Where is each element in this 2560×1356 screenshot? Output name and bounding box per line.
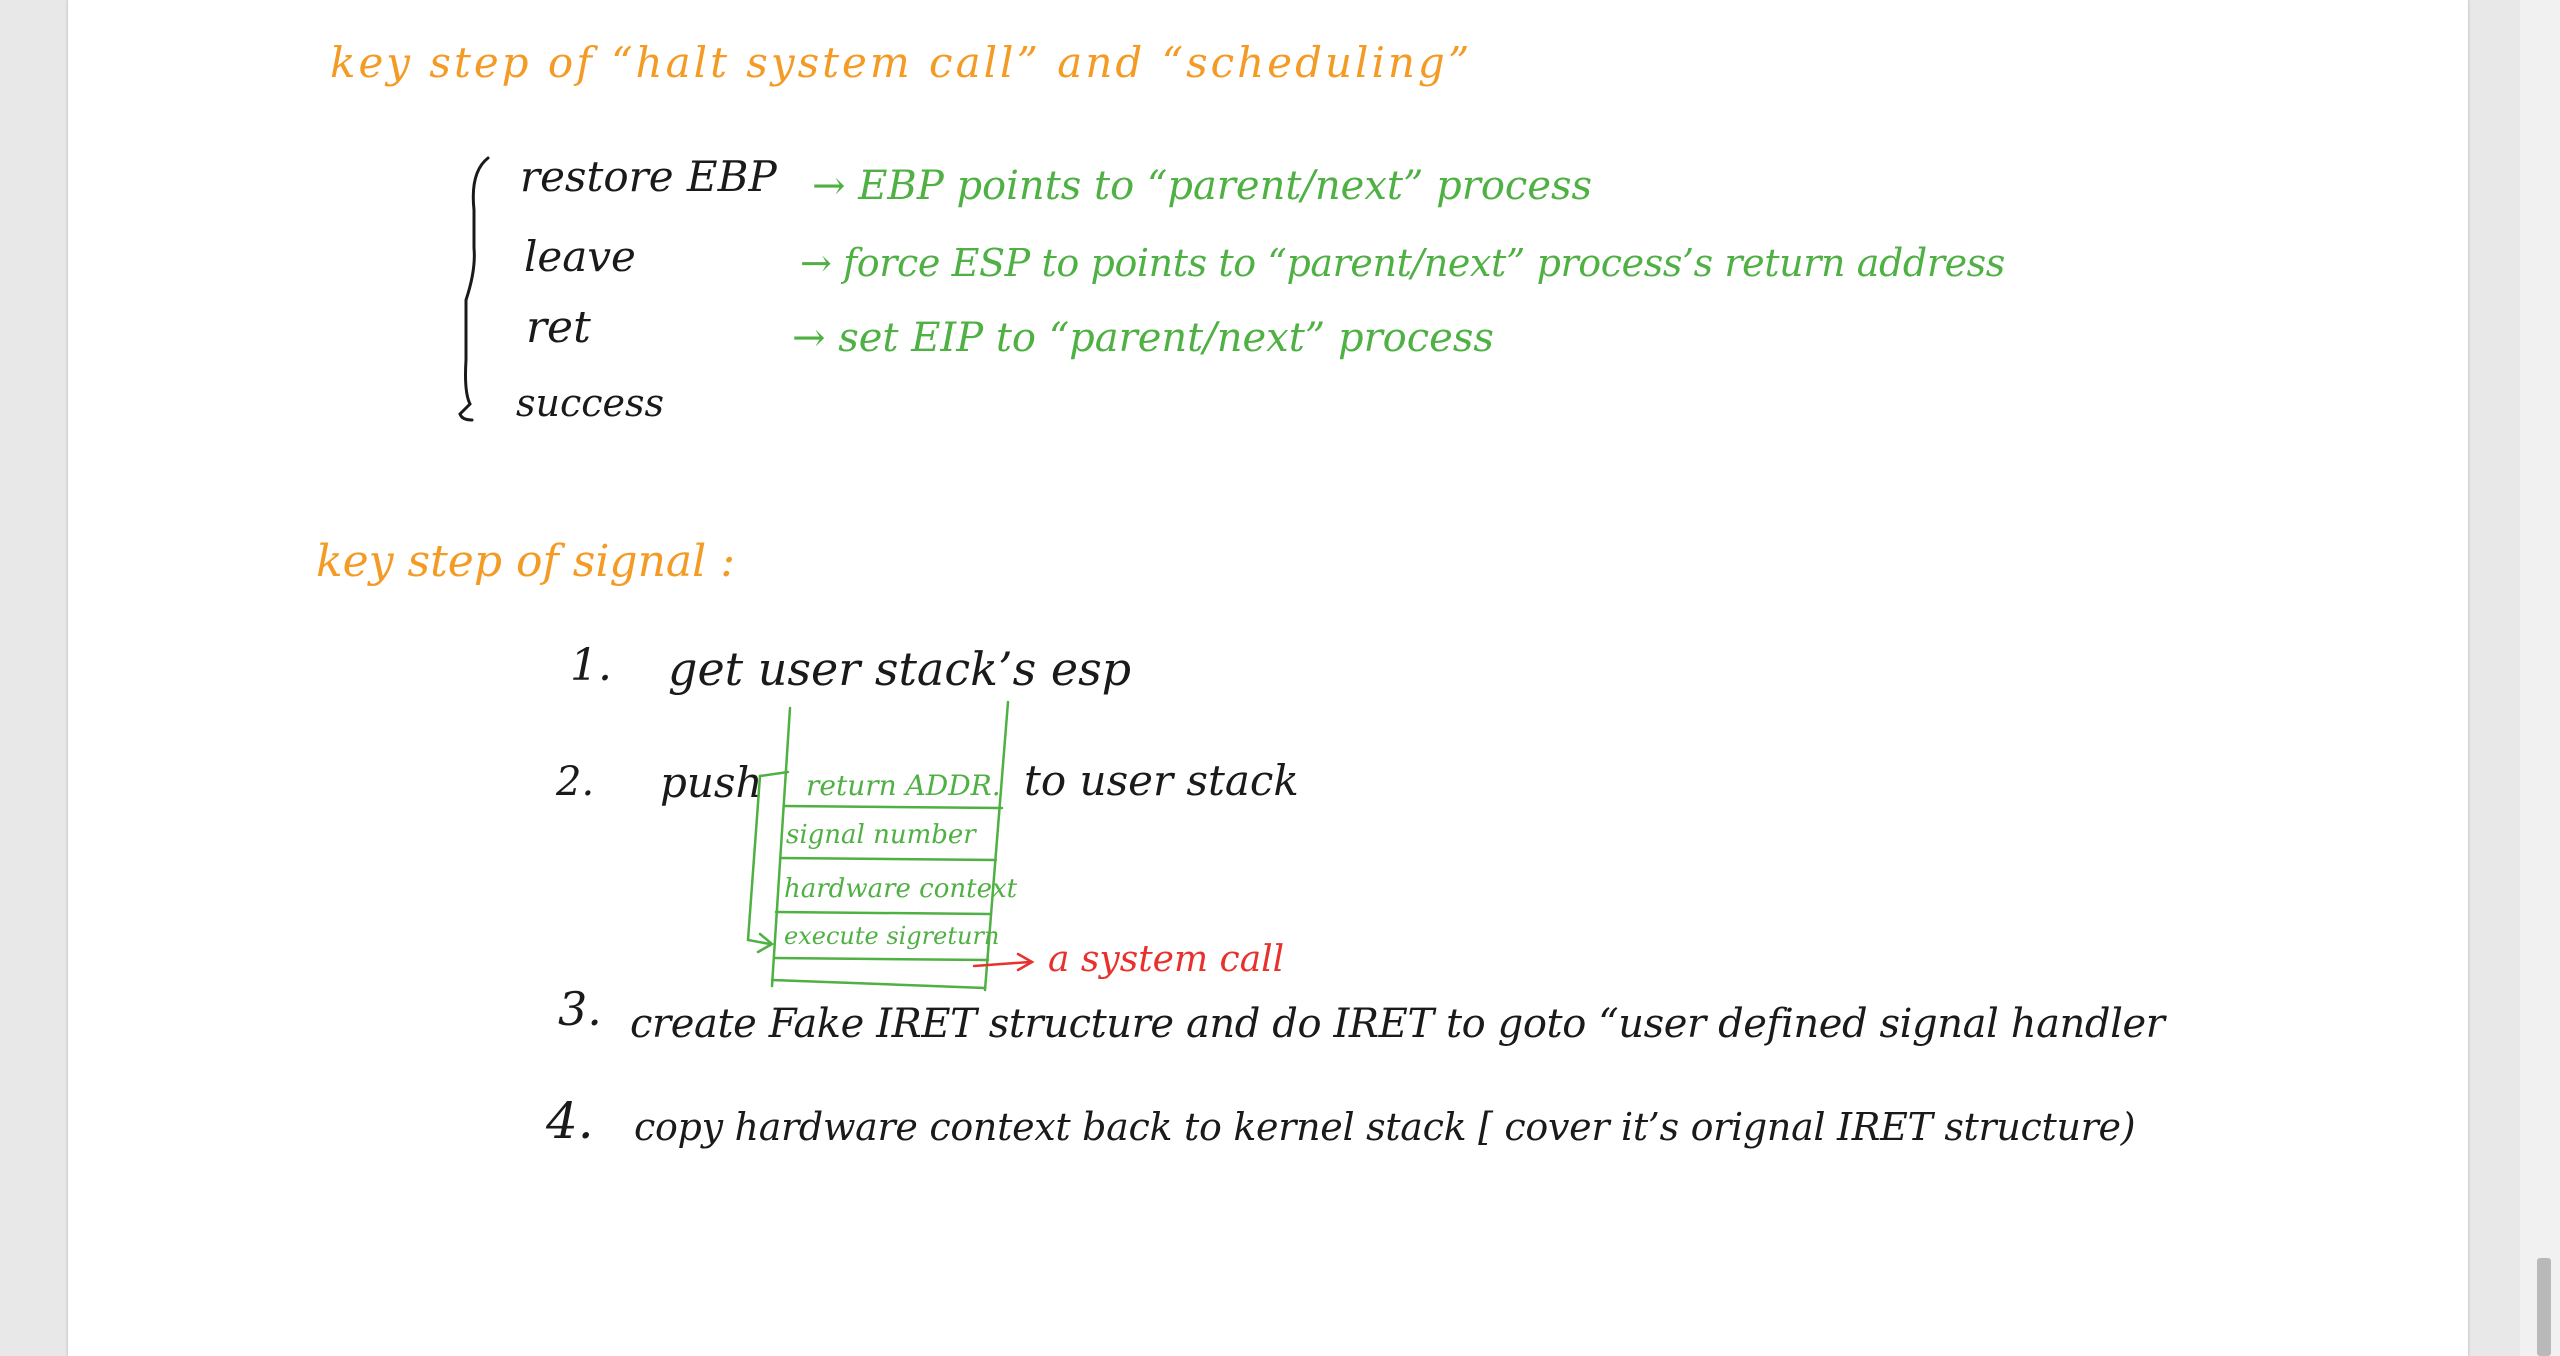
- system-call-annotation: a system call: [1048, 939, 1285, 980]
- step4-text: copy hardware context back to kernel sta…: [634, 1105, 2136, 1149]
- stack-cell-hardware-context: hardware context: [784, 874, 1018, 904]
- stack-cell-return-addr: return ADDR.: [806, 769, 1001, 802]
- step4-number: 4.: [546, 1092, 594, 1150]
- vertical-scrollbar[interactable]: [2520, 0, 2560, 1356]
- brace-icon: [458, 156, 490, 422]
- system-call-arrow-icon: [972, 952, 1035, 972]
- step3-number: 3.: [558, 982, 602, 1036]
- scrollbar-thumb[interactable]: [2537, 1258, 2551, 1356]
- stack-diagram: [458, 156, 1035, 992]
- stack-cell-signal-number: signal number: [786, 820, 976, 850]
- stack-divider-4: [772, 956, 990, 962]
- stack-divider-1: [782, 804, 1004, 810]
- step3-text: create Fake IRET structure and do IRET t…: [630, 1001, 2165, 1047]
- push-arrow-icon: [746, 770, 790, 954]
- stack-divider-3: [774, 910, 992, 916]
- stack-cell-execute-sigreturn: execute sigreturn: [784, 922, 1000, 950]
- stack-bottom: [770, 978, 987, 990]
- stack-divider-2: [778, 856, 998, 862]
